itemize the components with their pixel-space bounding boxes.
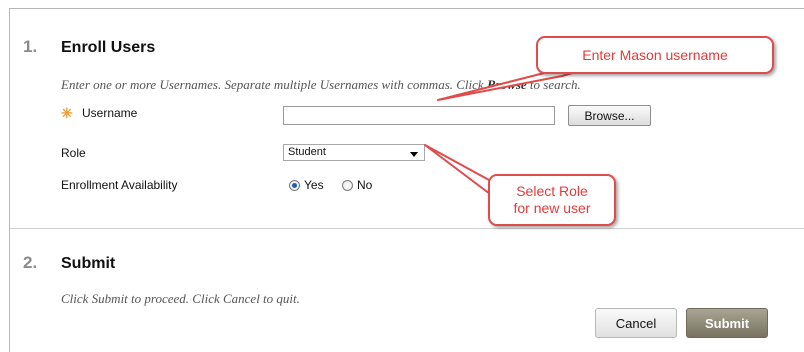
callout-select-role-line2: for new user <box>513 200 591 216</box>
username-label: Username <box>82 106 138 120</box>
section-divider <box>10 228 804 229</box>
callout-select-role: Select Role for new user <box>488 174 616 226</box>
username-input[interactable] <box>283 106 555 125</box>
callout-enter-username: Enter Mason username <box>536 36 774 74</box>
section-title-submit: Submit <box>61 255 116 272</box>
role-select[interactable]: Student <box>283 144 425 161</box>
required-star-icon: ✳ <box>61 105 73 121</box>
step-number-1: 1. <box>23 37 38 56</box>
browse-button[interactable]: Browse... <box>568 105 651 126</box>
availability-yes-radio[interactable] <box>289 180 300 191</box>
availability-no-radio[interactable] <box>342 180 353 191</box>
role-selected-value: Student <box>288 146 326 158</box>
submit-instructions: Click Submit to proceed. Click Cancel to… <box>61 291 300 306</box>
availability-no-label: No <box>357 178 373 192</box>
callout-enter-username-text: Enter Mason username <box>582 46 728 63</box>
enrollment-availability-label: Enrollment Availability <box>61 178 178 192</box>
submit-button[interactable]: Submit <box>686 308 768 338</box>
cancel-button[interactable]: Cancel <box>595 308 677 338</box>
role-label: Role <box>61 146 86 160</box>
section-title-enroll-users: Enroll Users <box>61 39 156 56</box>
enroll-instructions: Enter one or more Usernames. Separate mu… <box>61 77 581 92</box>
step-number-2: 2. <box>23 253 38 272</box>
dropdown-arrow-icon <box>410 152 418 157</box>
availability-yes-label: Yes <box>304 178 324 192</box>
callout-select-role-line1: Select Role <box>516 183 588 199</box>
